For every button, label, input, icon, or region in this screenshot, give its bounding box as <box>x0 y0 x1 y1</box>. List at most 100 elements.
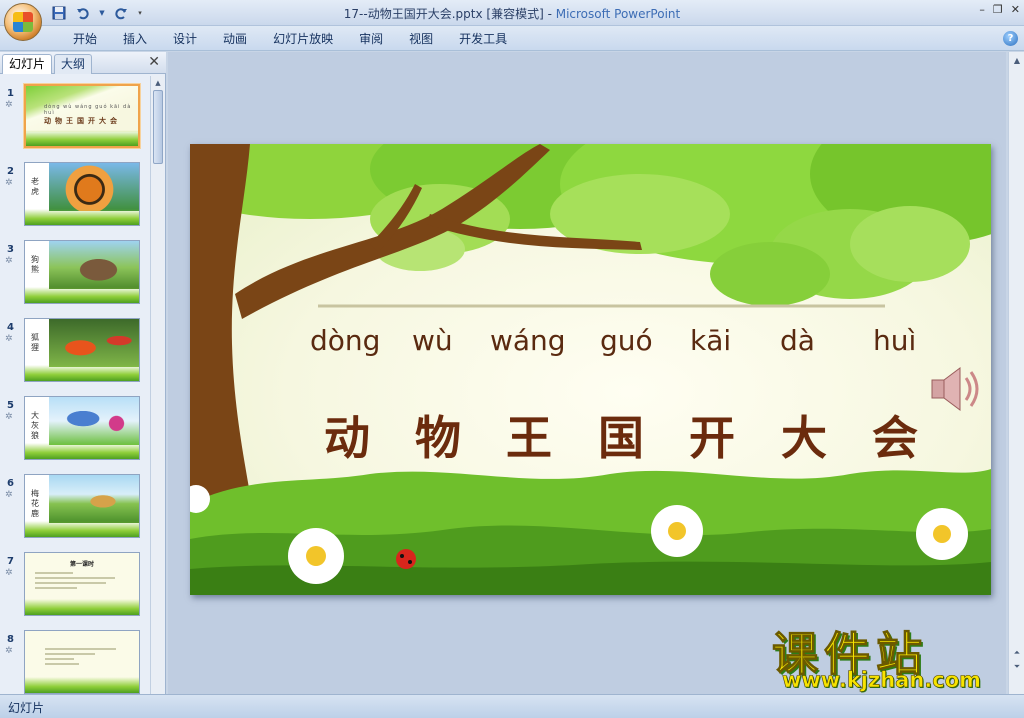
pinyin-da: dà <box>780 324 815 357</box>
animation-star-icon: ✲ <box>5 334 13 344</box>
slide-thumbnail[interactable]: 大灰狼 <box>24 396 140 460</box>
scroll-up-icon[interactable]: ▲ <box>153 78 163 88</box>
hanzi-guo: 国 <box>598 411 644 465</box>
thumbnail-pinyin: dòng wù wáng guó kāi dà huì <box>44 104 132 116</box>
thumbnail-grass <box>26 130 138 146</box>
thumbnail-line <box>35 582 106 584</box>
thumbnail-heading: 第一课时 <box>69 561 94 568</box>
editor-scrollbar[interactable]: ▲ ⏶ ⏷ <box>1008 52 1024 694</box>
pinyin-kai: kāi <box>690 324 732 357</box>
tab-slides[interactable]: 幻灯片 <box>2 54 53 74</box>
thumbnails-scrollbar[interactable]: ▲ <box>150 76 164 694</box>
thumbnail-line <box>35 587 78 589</box>
thumbnail-grass <box>25 365 139 381</box>
slide-number: 4 <box>7 322 14 333</box>
slide-thumbnail-row[interactable]: 3 ✲ 狗熊 <box>0 236 150 306</box>
ribbon-tabs: 开始 插入 设计 动画 幻灯片放映 审阅 视图 开发工具 <box>60 30 520 48</box>
slide-thumbnail[interactable]: dòng wù wáng guó kāi dà huì 动物王国开大会 <box>24 84 140 148</box>
slide-thumbnail-row[interactable]: 4 ✲ 狐狸 <box>0 314 150 384</box>
tab-review[interactable]: 审阅 <box>346 30 396 48</box>
slide-thumbnails: 1 ✲ dòng wù wáng guó kāi dà huì 动物王国开大会 … <box>0 76 150 694</box>
title-bar: ▼ ▾ 17--动物王国开大会.pptx [兼容模式] - Microsoft … <box>0 0 1024 41</box>
pane-close-icon[interactable]: ✕ <box>148 54 160 70</box>
slide-thumbnail[interactable] <box>24 630 140 694</box>
tab-insert[interactable]: 插入 <box>110 30 160 48</box>
thumbnail-grass <box>25 443 139 459</box>
ladybug <box>396 549 416 569</box>
title-characters: 动 物 王 国 开 大 会 <box>190 402 991 465</box>
kjzhan-watermark: 课件站 www.kjzhan.com <box>772 618 1008 694</box>
tab-outline[interactable]: 大纲 <box>54 54 93 74</box>
tab-home[interactable]: 开始 <box>60 30 110 48</box>
hanzi-da: 大 <box>781 411 827 465</box>
tab-design[interactable]: 设计 <box>160 30 210 48</box>
slide-thumbnail[interactable]: 狗熊 <box>24 240 140 304</box>
office-logo-icon <box>13 12 33 32</box>
pinyin-dong: dòng <box>310 324 381 357</box>
slide-thumbnail-row[interactable]: 6 ✲ 梅花鹿 <box>0 470 150 540</box>
previous-slide-icon[interactable]: ⏶ <box>1012 648 1022 658</box>
slide-thumbnail-row[interactable]: 2 ✲ 老虎 <box>0 158 150 228</box>
tiger-picture <box>49 163 139 211</box>
slide-thumbnail[interactable]: 狐狸 <box>24 318 140 382</box>
minimize-button[interactable]: – <box>979 3 985 16</box>
hanzi-kai: 开 <box>689 411 735 465</box>
tab-animations[interactable]: 动画 <box>210 30 260 48</box>
hanzi-wu: 物 <box>415 411 461 465</box>
slide-thumbnail[interactable]: 老虎 <box>24 162 140 226</box>
slide-number: 6 <box>7 478 14 489</box>
pane-tabs: 幻灯片 大纲 ✕ <box>0 52 166 74</box>
hanzi-dong: 动 <box>324 411 370 465</box>
thumbnail-text: 第一课时 <box>35 561 129 592</box>
current-slide[interactable]: dòng wù wáng guó kāi dà huì 动 物 王 国 开 大 … <box>190 144 991 595</box>
animation-star-icon: ✲ <box>5 490 13 500</box>
thumbnail-grass <box>25 209 139 225</box>
pinyin-guo: guó <box>600 324 653 357</box>
wolf-picture <box>49 397 139 445</box>
next-slide-icon[interactable]: ⏷ <box>1012 662 1022 672</box>
animation-star-icon: ✲ <box>5 568 13 578</box>
slides-pane: 幻灯片 大纲 ✕ 1 ✲ dòng wù wáng guó kāi dà huì… <box>0 52 166 694</box>
slide-number: 2 <box>7 166 14 177</box>
slide-thumbnail[interactable]: 梅花鹿 <box>24 474 140 538</box>
animation-star-icon: ✲ <box>5 412 13 422</box>
scrollbar-thumb[interactable] <box>153 90 163 164</box>
thumbnail-label: 狐狸 <box>31 333 39 352</box>
bear-picture <box>49 241 139 289</box>
slide-thumbnail-row[interactable]: 1 ✲ dòng wù wáng guó kāi dà huì 动物王国开大会 <box>0 80 150 150</box>
status-bar: 幻灯片 <box>0 694 1024 718</box>
scroll-up-icon[interactable]: ▲ <box>1012 56 1022 66</box>
slide-background-art <box>190 144 991 595</box>
slide-thumbnail-row[interactable]: 8 ✲ <box>0 626 150 694</box>
slide-thumbnail-row[interactable]: 5 ✲ 大灰狼 <box>0 392 150 462</box>
animation-star-icon: ✲ <box>5 256 13 266</box>
slide-thumbnail[interactable]: 第一课时 <box>24 552 140 616</box>
tab-slide-show[interactable]: 幻灯片放映 <box>260 30 346 48</box>
window-title: 17--动物王国开大会.pptx [兼容模式] - Microsoft Powe… <box>0 5 1024 22</box>
tab-view[interactable]: 视图 <box>396 30 446 48</box>
speaker-icon[interactable] <box>928 362 988 416</box>
title-separator: - <box>543 7 556 21</box>
slide-thumbnail-row[interactable]: 7 ✲ 第一课时 <box>0 548 150 618</box>
pinyin-wang: wáng <box>490 324 566 357</box>
thumbnail-grass <box>25 521 139 537</box>
restore-button[interactable]: ❐ <box>993 3 1003 16</box>
watermark-url: www.kjzhan.com <box>782 668 982 693</box>
tab-developer[interactable]: 开发工具 <box>446 30 520 48</box>
slide-number: 7 <box>7 556 14 567</box>
animation-star-icon: ✲ <box>5 100 13 110</box>
animation-star-icon: ✲ <box>5 178 13 188</box>
help-icon[interactable]: ? <box>1003 31 1018 46</box>
hanzi-wang: 王 <box>506 411 552 465</box>
thumbnail-label: 梅花鹿 <box>31 489 39 518</box>
pinyin-wu: wù <box>412 324 453 357</box>
thumbnail-grass <box>25 677 139 693</box>
ribbon-tabs-bar: 开始 插入 设计 动画 幻灯片放映 审阅 视图 开发工具 ? <box>0 26 1024 51</box>
thumbnail-line <box>35 572 73 574</box>
thumbnail-line <box>35 577 115 579</box>
thumbnail-text <box>45 645 129 668</box>
office-button[interactable] <box>4 3 42 41</box>
slide-number: 3 <box>7 244 14 255</box>
pinyin-row: dòng wù wáng guó kāi dà huì <box>190 324 991 364</box>
close-button[interactable]: ✕ <box>1011 3 1020 16</box>
